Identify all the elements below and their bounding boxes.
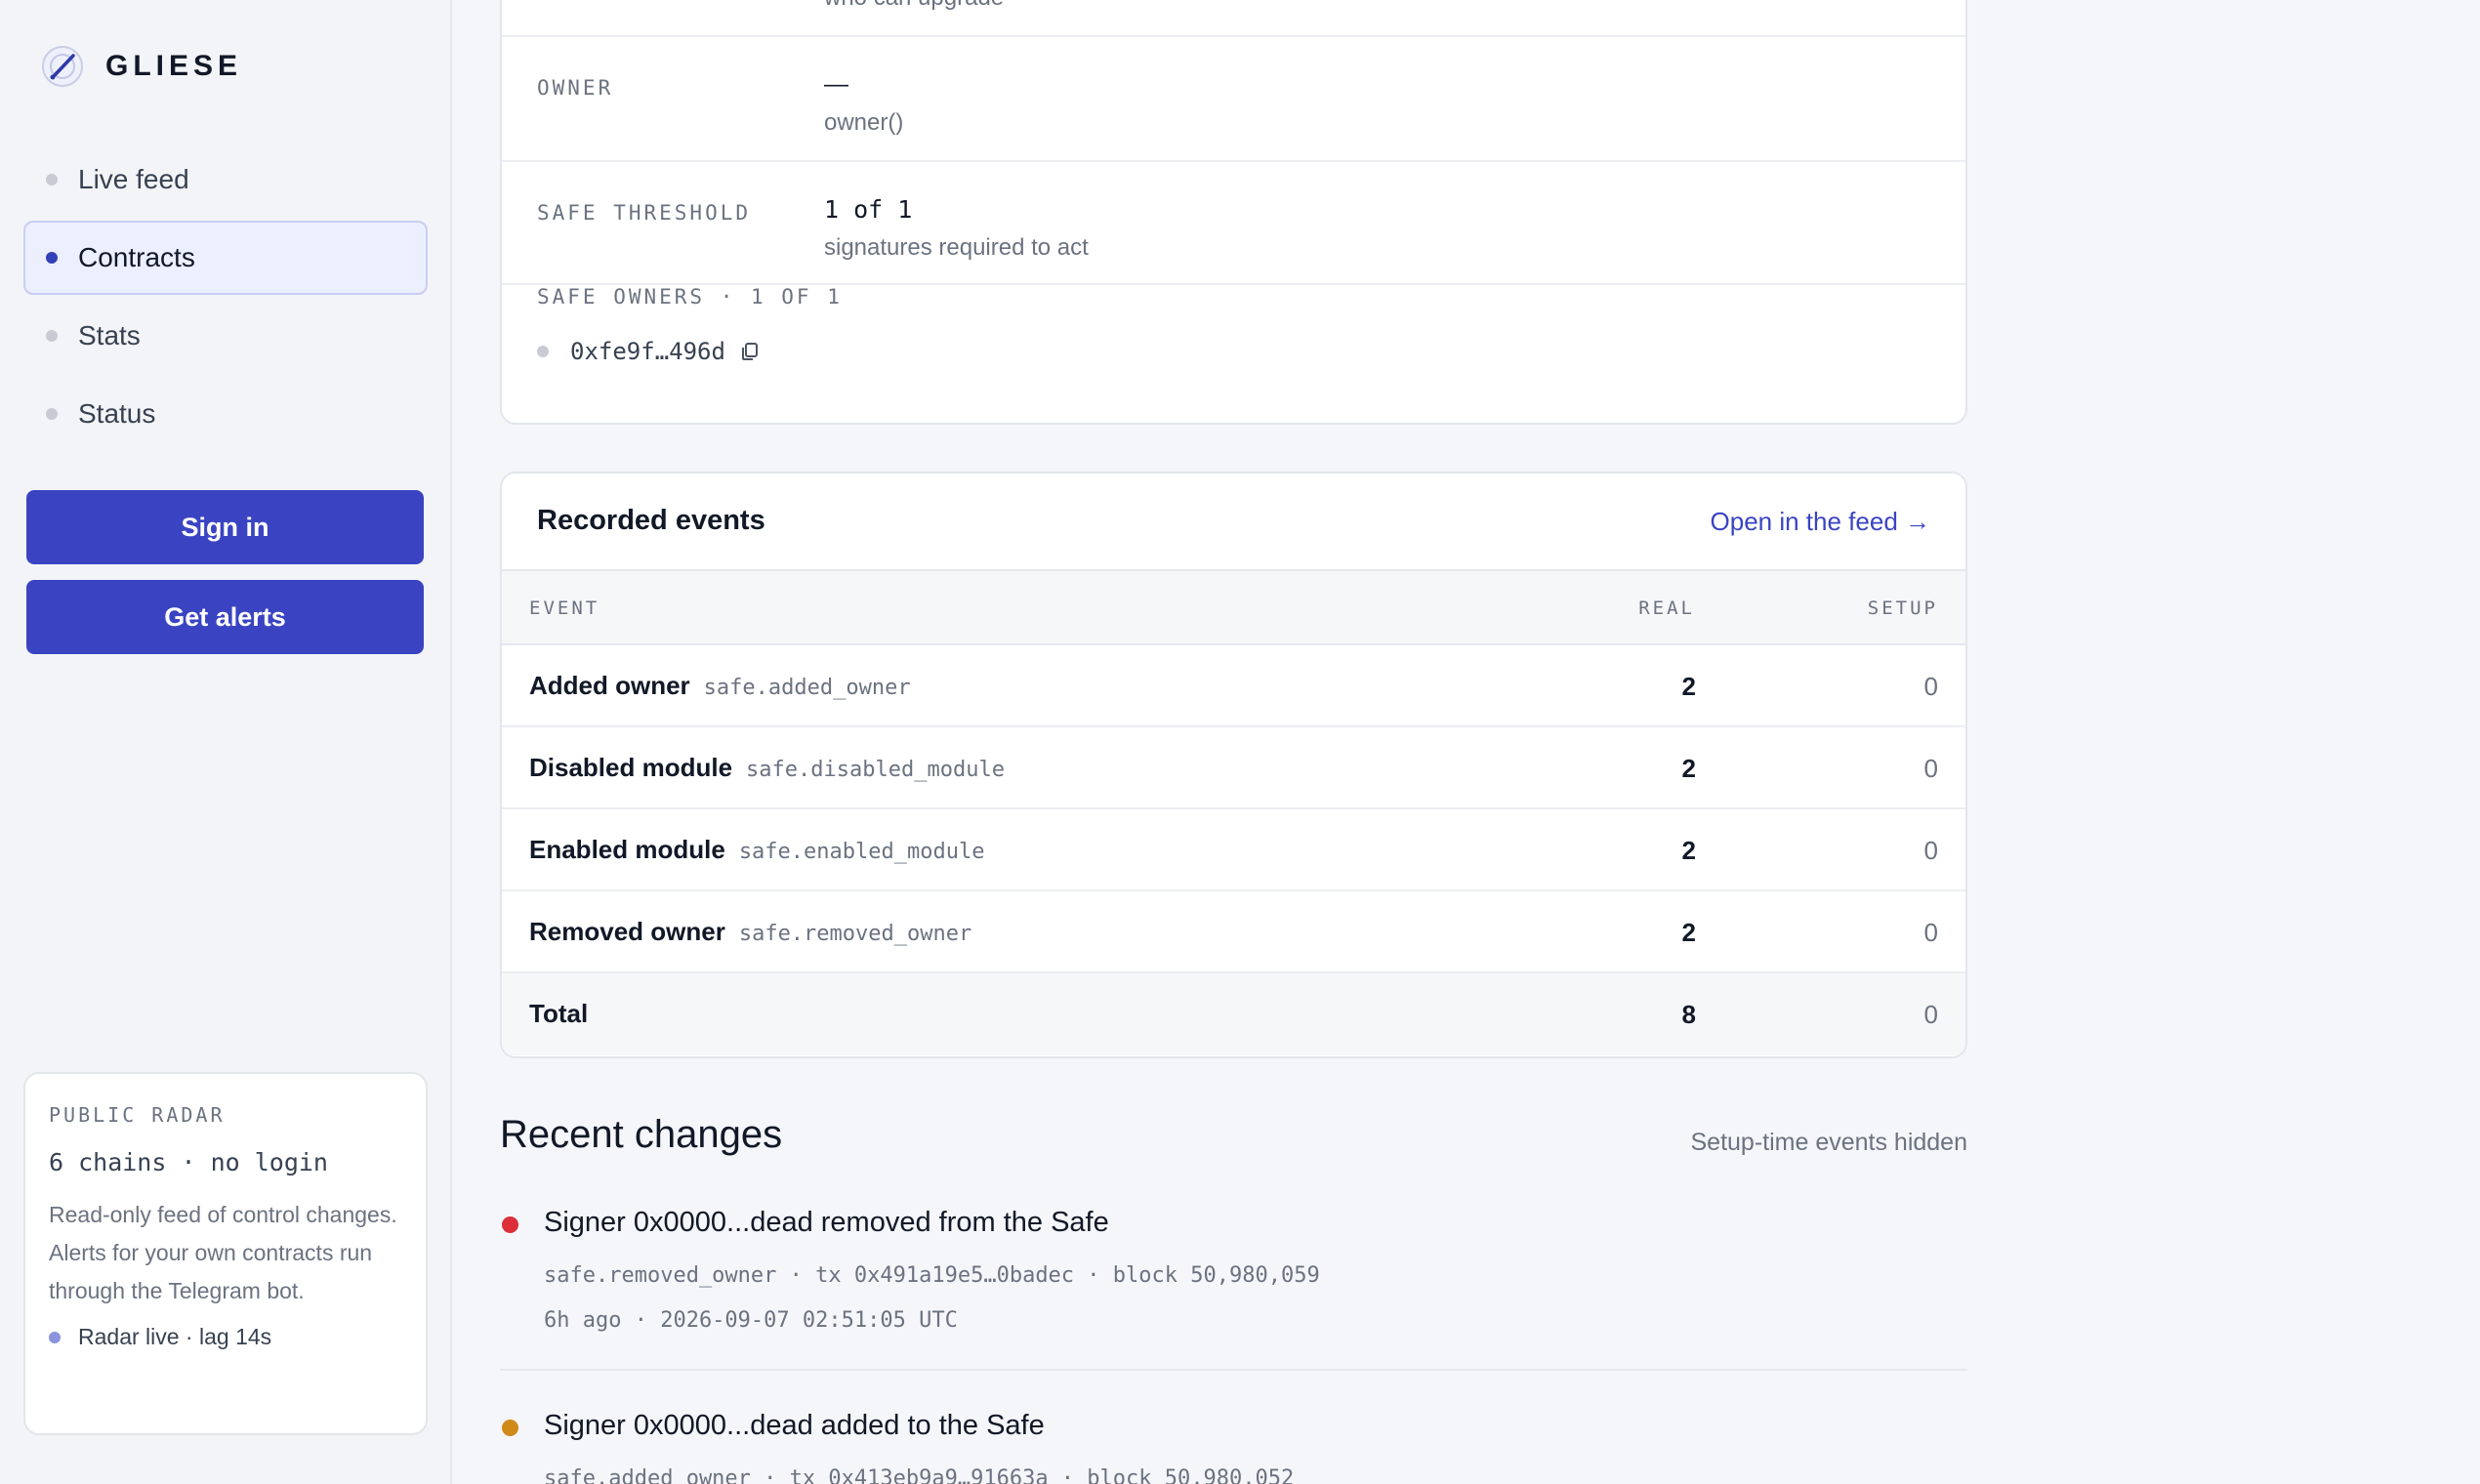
main-nav: Live feed Contracts Stats Status [23, 143, 428, 455]
event-name: Added owner safe.added_owner [529, 671, 911, 701]
sign-in-button[interactable]: Sign in [26, 490, 424, 564]
radar-chains: 6 chains · no login [49, 1148, 328, 1176]
threshold-label: SAFE THRESHOLD [537, 201, 752, 225]
event-name: Enabled module safe.enabled_module [529, 835, 984, 865]
change-item[interactable]: Signer 0x0000...dead removed from the Sa… [500, 1207, 1967, 1373]
recorded-events-card: Recorded events Open in the feed → EVENT… [500, 472, 1967, 1058]
event-name: Removed owner safe.removed_owner [529, 917, 971, 947]
open-in-feed-link[interactable]: Open in the feed → [1711, 507, 1930, 537]
event-name: Disabled module safe.disabled_module [529, 753, 1005, 783]
upgrade-sub: who can upgrade [824, 0, 1004, 12]
contract-properties-card: who can upgrade OWNER — owner() SAFE THR… [500, 0, 1967, 425]
total-setup: 0 [1923, 1000, 1938, 1029]
column-event: EVENT [529, 598, 600, 619]
setup-count: 0 [1923, 672, 1938, 701]
total-label: Total [529, 999, 589, 1028]
table-total-row: Total 8 0 [502, 973, 1965, 1055]
events-table-header: EVENT REAL SETUP [502, 571, 1965, 645]
real-count: 2 [1681, 754, 1696, 783]
nav-dot-icon [46, 174, 58, 186]
radar-status: Radar live · lag 14s [49, 1324, 402, 1350]
event-code: safe.removed_owner [738, 922, 972, 946]
setup-count: 0 [1923, 918, 1938, 947]
nav-item-contracts[interactable]: Contracts [23, 221, 428, 295]
change-meta: safe.removed_owner · tx 0x491a19e5…0bade… [544, 1263, 1320, 1288]
radar-description: Read-only feed of control changes. Alert… [49, 1202, 397, 1303]
table-row: Removed owner safe.removed_owner 2 0 [502, 891, 1965, 973]
copy-icon[interactable] [739, 341, 761, 362]
change-meta: safe.added_owner · tx 0x413eb9a9…91663a … [544, 1466, 1295, 1484]
real-count: 2 [1681, 836, 1696, 865]
event-code: safe.enabled_module [738, 840, 985, 864]
events-header: Recorded events Open in the feed → [502, 474, 1965, 571]
severity-dot-icon [502, 1216, 518, 1233]
owner-value: — [824, 70, 848, 98]
get-alerts-button[interactable]: Get alerts [26, 580, 424, 654]
events-title: Recorded events [537, 505, 765, 536]
nav-item-label: Stats [78, 320, 141, 350]
nav-item-label: Contracts [78, 242, 195, 272]
change-title: Signer 0x0000...dead removed from the Sa… [544, 1207, 1109, 1238]
column-real: REAL [1638, 598, 1695, 619]
change-time: 6h ago · 2026-09-07 02:51:05 UTC [544, 1308, 958, 1333]
nav-dot-icon [46, 330, 58, 342]
table-row: Enabled module safe.enabled_module 2 0 [502, 809, 1965, 891]
severity-dot-icon [502, 1420, 518, 1436]
divider [500, 1369, 1967, 1371]
change-item[interactable]: Signer 0x0000...dead added to the Safe s… [500, 1410, 1967, 1484]
recent-changes-title: Recent changes [500, 1113, 783, 1156]
setup-events-note: Setup-time events hidden [1690, 1129, 1967, 1156]
radar-status-text: Radar live · lag 14s [78, 1324, 272, 1349]
brand-name: GLIESE [105, 50, 243, 82]
brand[interactable]: GLIESE [41, 45, 242, 88]
safe-owners-label: SAFE OWNERS · 1 OF 1 [537, 285, 843, 309]
column-setup: SETUP [1867, 598, 1938, 619]
event-label: Disabled module [529, 753, 733, 782]
threshold-value: 1 of 1 [824, 195, 913, 224]
event-code: safe.disabled_module [746, 758, 1005, 782]
radar-title: PUBLIC RADAR [49, 1103, 226, 1127]
event-label: Added owner [529, 671, 690, 700]
threshold-row: SAFE THRESHOLD 1 of 1 signatures require… [502, 162, 1965, 285]
event-label: Removed owner [529, 917, 725, 946]
owner-address: 0xfe9f…496d [570, 338, 725, 365]
total-real: 8 [1681, 1000, 1696, 1029]
real-count: 2 [1681, 918, 1696, 947]
nav-item-status[interactable]: Status [23, 377, 428, 451]
table-row: Added owner safe.added_owner 2 0 [502, 645, 1965, 727]
setup-count: 0 [1923, 754, 1938, 783]
main-content: who can upgrade OWNER — owner() SAFE THR… [452, 0, 2480, 1484]
real-count: 2 [1681, 672, 1696, 701]
nav-dot-icon [46, 252, 58, 264]
setup-count: 0 [1923, 836, 1938, 865]
upgrade-row: who can upgrade [502, 0, 1965, 37]
change-title: Signer 0x0000...dead added to the Safe [544, 1410, 1045, 1441]
owner-row: OWNER — owner() [502, 37, 1965, 162]
nav-dot-icon [46, 408, 58, 420]
table-row: Disabled module safe.disabled_module 2 0 [502, 727, 1965, 809]
live-status-dot-icon [49, 1331, 61, 1343]
nav-item-stats[interactable]: Stats [23, 299, 428, 373]
radar-logo-icon [42, 46, 83, 87]
nav-item-label: Status [78, 398, 156, 429]
event-label: Enabled module [529, 835, 725, 864]
owner-label: OWNER [537, 76, 614, 100]
threshold-sub: signatures required to act [824, 234, 1089, 261]
sidebar: GLIESE Live feed Contracts Stats Status … [0, 0, 452, 1484]
public-radar-card: PUBLIC RADAR 6 chains · no login Read-on… [23, 1072, 428, 1435]
event-code: safe.added_owner [703, 676, 911, 700]
owner-dot-icon [537, 346, 549, 357]
nav-item-live-feed[interactable]: Live feed [23, 143, 428, 217]
owner-sub: owner() [824, 109, 904, 136]
safe-owner-item: 0xfe9f…496d [537, 338, 761, 365]
nav-item-label: Live feed [78, 164, 189, 194]
